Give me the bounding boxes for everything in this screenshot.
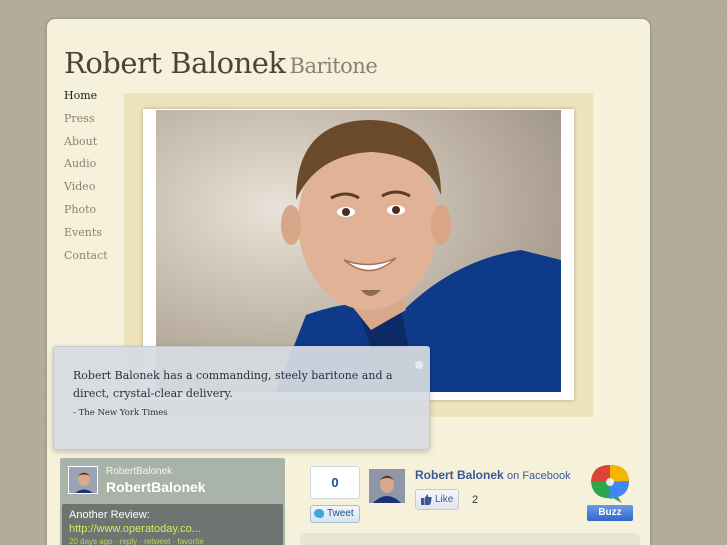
buzz-button[interactable]: Buzz	[587, 505, 633, 521]
site-title[interactable]: Robert Balonek Baritone	[64, 46, 378, 80]
avatar-portrait	[69, 467, 97, 493]
facebook-like-count: 2	[472, 494, 479, 506]
nav-about[interactable]: About	[64, 134, 108, 157]
avatar[interactable]	[68, 466, 98, 494]
facebook-avatar-portrait	[369, 469, 405, 503]
twitter-bird-icon	[314, 509, 324, 518]
nav-audio[interactable]: Audio	[64, 156, 108, 179]
nav-contact[interactable]: Contact	[64, 248, 108, 271]
facebook-like-button[interactable]: Like	[415, 489, 459, 510]
tweet-item: Another Review: http://www.operatoday.co…	[62, 504, 283, 545]
site-subtitle: Baritone	[289, 54, 378, 78]
quote-source: - The New York Times	[73, 408, 168, 418]
facebook-page-link[interactable]: Robert Balonek on Facebook	[415, 468, 571, 482]
press-quote-box: Robert Balonek has a commanding, steely …	[53, 346, 430, 450]
quote-text: Robert Balonek has a commanding, steely …	[73, 369, 393, 400]
twitter-widget: RobertBalonek RobertBalonek Another Revi…	[60, 458, 285, 545]
tweet-meta: 20 days ago · reply · retweet · favorite	[69, 537, 204, 545]
google-buzz-icon[interactable]	[587, 462, 633, 504]
main-nav: Home Press About Audio Video Photo Event…	[64, 88, 108, 270]
facebook-like-label: Like	[435, 494, 454, 505]
nav-photo[interactable]: Photo	[64, 202, 108, 225]
tweet-link[interactable]: http://www.operatoday.co...	[69, 523, 201, 535]
thumbs-up-icon	[421, 494, 432, 505]
twitter-username-small[interactable]: RobertBalonek	[106, 466, 172, 477]
facebook-avatar[interactable]	[369, 469, 405, 503]
nav-events[interactable]: Events	[64, 225, 108, 248]
tweet-text: Another Review:	[69, 509, 150, 521]
twitter-username-big[interactable]: RobertBalonek	[106, 479, 206, 495]
facebook-name: Robert Balonek	[415, 468, 504, 482]
tweet-count: 0	[310, 466, 360, 499]
bottom-content-panel	[300, 533, 640, 545]
nav-video[interactable]: Video	[64, 179, 108, 202]
site-title-name: Robert Balonek	[64, 46, 286, 80]
facebook-suffix: on Facebook	[507, 470, 571, 482]
twitter-widget-header: RobertBalonek RobertBalonek	[60, 458, 285, 502]
nav-press[interactable]: Press	[64, 111, 108, 134]
tweet-button-label: Tweet	[327, 508, 354, 519]
close-icon[interactable]	[415, 361, 423, 369]
tweet-button[interactable]: Tweet	[310, 505, 360, 523]
nav-home[interactable]: Home	[64, 88, 108, 111]
